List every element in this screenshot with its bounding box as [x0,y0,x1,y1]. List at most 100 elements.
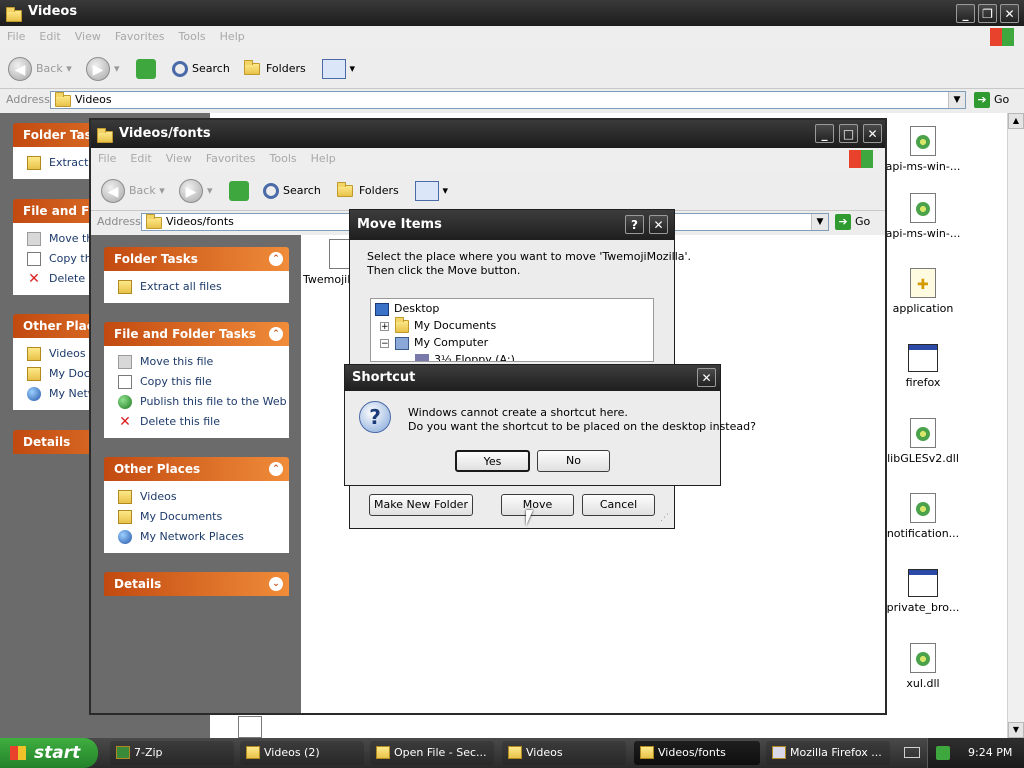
no-button[interactable]: No [537,450,610,472]
partial-file-icon[interactable] [238,716,262,738]
menu-edit[interactable]: Edit [32,26,67,48]
taskbar-button-videos-fonts[interactable]: Videos/fonts [634,741,760,765]
my-network-places-link[interactable]: My Network Places [118,527,289,547]
panel-header[interactable]: File and Folder Tasks ⌃ [104,322,289,346]
file-item[interactable]: api-ms-win-... [878,193,968,240]
collapse-icon[interactable]: ⌃ [269,462,283,476]
menu-view[interactable]: View [68,26,108,48]
minimize-button[interactable]: _ [815,124,834,143]
yes-button[interactable]: Yes [455,450,530,472]
close-button[interactable]: ✕ [863,124,882,143]
inner-go-button[interactable]: ➔ Go [835,213,870,231]
taskbar-button-videos[interactable]: Videos [502,741,626,765]
folder-icon [118,510,132,524]
panel-header[interactable]: Other Places ⌃ [104,457,289,481]
inner-back-button[interactable]: ◀ Back ▾ [101,174,165,208]
copy-file-link[interactable]: Copy this file [118,372,289,392]
panel-header[interactable]: Folder Tasks ⌃ [104,247,289,271]
outer-back-button[interactable]: ◀ Back ▾ [8,52,72,86]
tree-item-my-documents[interactable]: + My Documents [380,316,496,333]
tree-item-floppy[interactable]: 3½ Floppy (A:) [415,353,515,361]
outer-title-bar[interactable]: Videos _ ❐ ✕ [0,0,1024,26]
menu-tools[interactable]: Tools [263,148,304,170]
tree-item-desktop[interactable]: Desktop [375,302,439,316]
collapse-icon[interactable]: ⌃ [269,327,283,341]
shortcut-message-line1: Windows cannot create a shortcut here. [408,406,628,419]
extract-all-link[interactable]: Extract all files [118,277,289,297]
move-button[interactable]: Move [501,494,574,516]
inner-title-bar[interactable]: Videos/fonts _ □ ✕ [91,120,885,148]
outer-folders-button[interactable]: Folders [244,52,306,86]
inner-folders-button[interactable]: Folders [337,174,399,208]
file-item[interactable]: xul.dll [878,643,968,690]
help-button[interactable]: ? [625,215,644,234]
keyboard-icon[interactable] [904,747,920,758]
network-tray-icon[interactable] [936,746,950,760]
collapse-icon[interactable]: ⌃ [269,252,283,266]
menu-file[interactable]: File [91,148,123,170]
outer-scrollbar[interactable]: ▲ ▼ [1007,113,1024,738]
taskbar-button-videos-2[interactable]: Videos (2) [240,741,364,765]
outer-go-button[interactable]: ➔ Go [974,91,1009,109]
file-item[interactable]: libGLESv2.dll [878,418,968,465]
inner-search-button[interactable]: Search [263,174,321,208]
menu-edit[interactable]: Edit [123,148,158,170]
scroll-down-button[interactable]: ▼ [1008,722,1024,738]
maximize-button[interactable]: ❐ [978,4,997,23]
details-panel: Details ⌄ [104,572,289,596]
taskbar-button-firefox[interactable]: Mozilla Firefox ... [766,741,890,765]
outer-up-button[interactable] [136,52,156,86]
outer-search-button[interactable]: Search [172,52,230,86]
outer-address-input[interactable]: Videos ▼ [50,91,966,109]
move-file-link[interactable]: Move this file [118,352,289,372]
close-button[interactable]: ✕ [697,368,716,387]
taskbar-button-open-file[interactable]: Open File - Sec... [370,741,494,765]
menu-favorites[interactable]: Favorites [199,148,263,170]
chevron-down-icon[interactable]: ▼ [811,214,828,230]
chevron-down-icon[interactable]: ▼ [948,92,965,108]
menu-tools[interactable]: Tools [172,26,213,48]
scroll-up-button[interactable]: ▲ [1008,113,1024,129]
delete-file-link[interactable]: ✕Delete this file [118,412,289,432]
minimize-button[interactable]: _ [956,4,975,23]
maximize-button[interactable]: □ [839,124,858,143]
menu-help[interactable]: Help [213,26,252,48]
taskbar-button-7zip[interactable]: 7-Zip [110,741,234,765]
close-button[interactable]: ✕ [1000,4,1019,23]
inner-views-button[interactable]: ▾ [415,174,448,208]
videos-link[interactable]: Videos [118,487,289,507]
folder-icon [246,746,260,759]
file-item[interactable]: private_bro... [878,569,968,614]
my-documents-link[interactable]: My Documents [118,507,289,527]
start-button[interactable]: start [0,738,98,768]
expand-icon[interactable]: ⌄ [269,577,283,591]
file-item[interactable]: notification... [878,493,968,540]
resize-grip[interactable]: ⋰ [660,513,672,525]
cancel-button[interactable]: Cancel [582,494,655,516]
inner-task-pane: Folder Tasks ⌃ Extract all files File and… [91,235,301,713]
menu-view[interactable]: View [159,148,199,170]
tree-item-my-computer[interactable]: − My Computer [380,336,488,350]
file-item[interactable]: api-ms-win-... [878,126,968,173]
close-button[interactable]: ✕ [649,215,668,234]
menu-help[interactable]: Help [304,148,343,170]
make-new-folder-button[interactable]: Make New Folder [369,494,473,516]
menu-favorites[interactable]: Favorites [108,26,172,48]
shortcut-dialog-title-bar[interactable]: Shortcut ✕ [345,365,720,391]
publish-web-link[interactable]: Publish this file to the Web [118,392,289,412]
expand-icon[interactable]: + [380,321,389,331]
clock[interactable]: 9:24 PM [968,738,1012,768]
file-item[interactable]: firefox [878,344,968,389]
file-item[interactable]: application [878,268,968,315]
menu-file[interactable]: File [0,26,32,48]
outer-views-button[interactable]: ▾ [322,52,355,86]
outer-forward-button[interactable]: ▶ ▾ [86,52,120,86]
folder-tree[interactable]: Desktop + My Documents − My Computer 3½ Fl… [370,298,654,362]
panel-header[interactable]: Details ⌄ [104,572,289,596]
inner-forward-button[interactable]: ▶ ▾ [179,174,213,208]
windows-flag-icon [10,746,26,760]
other-places-panel: Other Places ⌃ Videos My Documents My Net… [104,457,289,553]
move-dialog-title-bar[interactable]: Move Items ? ✕ [350,210,674,240]
inner-up-button[interactable] [229,174,249,208]
collapse-icon[interactable]: − [380,338,389,348]
